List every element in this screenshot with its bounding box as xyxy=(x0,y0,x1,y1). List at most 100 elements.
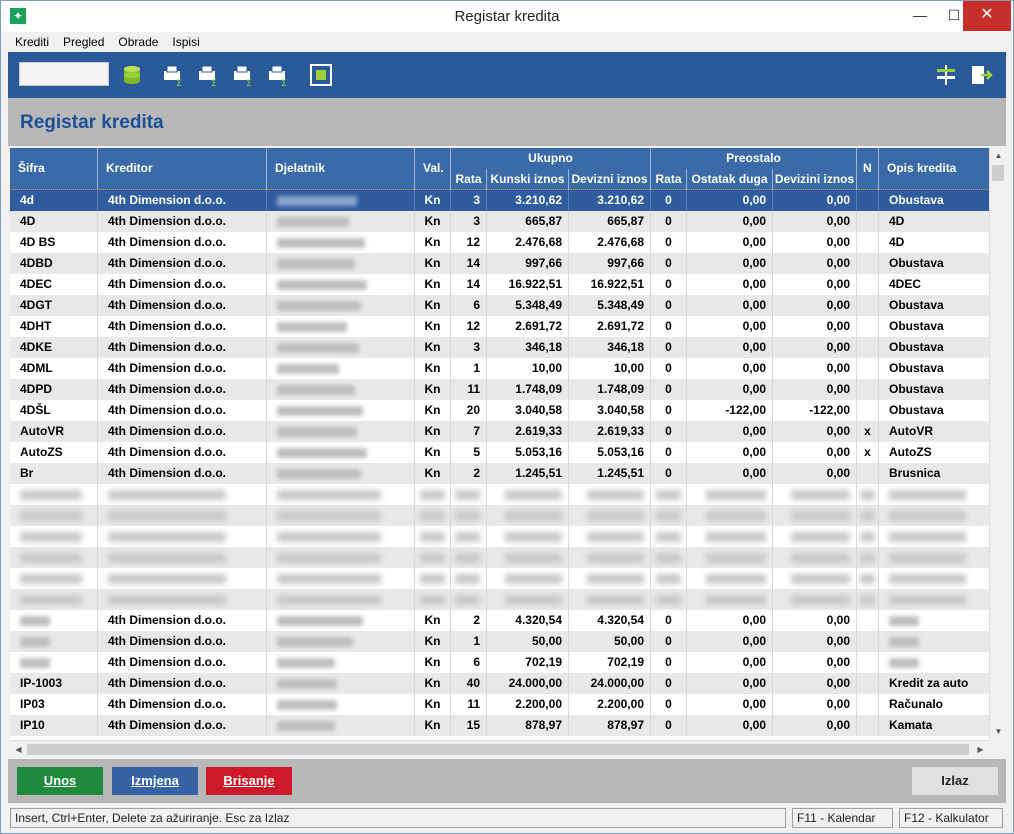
table-row[interactable]: AutoZS 4th Dimension d.o.o. Kn 5 5.053,16 5.0… xyxy=(10,442,989,463)
database-icon[interactable] xyxy=(120,63,144,87)
table-row[interactable]: IP-1003 4th Dimension d.o.o. Kn 40 24.000,00… xyxy=(10,673,989,694)
col-n[interactable]: N xyxy=(857,148,879,190)
cell-ostatak: 0,00 xyxy=(687,274,773,295)
vertical-scrollbar[interactable]: ▲ ▼ xyxy=(989,148,1006,740)
cell-kreditor xyxy=(98,547,267,568)
table-row[interactable] xyxy=(10,505,989,526)
minimize-button[interactable]: — xyxy=(903,1,937,31)
cell-sifra: 4DŠL xyxy=(10,400,98,421)
table-row[interactable]: 4DML 4th Dimension d.o.o. Kn 1 10,00 10,00 0 0,… xyxy=(10,358,989,379)
credits-table[interactable]: Šifra Kreditor Djelatnik Val. Ukupno Rat… xyxy=(10,148,989,740)
table-row[interactable] xyxy=(10,589,989,610)
cell-kreditor xyxy=(98,505,267,526)
table-row[interactable] xyxy=(10,526,989,547)
col-kunski-iznos[interactable]: Kunski iznos xyxy=(487,169,569,190)
cell-n xyxy=(857,610,879,631)
cell-opis xyxy=(879,568,989,589)
table-row[interactable]: 4th Dimension d.o.o. Kn 2 4.320,54 4.320,54 0… xyxy=(10,610,989,631)
scroll-up-icon[interactable]: ▲ xyxy=(990,148,1007,164)
menu-krediti[interactable]: Krediti xyxy=(1,32,56,52)
table-row[interactable]: 4DEC 4th Dimension d.o.o. Kn 14 16.922,51 16.… xyxy=(10,274,989,295)
cell-djelatnik xyxy=(267,568,415,589)
cell-val: Kn xyxy=(415,463,451,484)
menu-pregled[interactable]: Pregled xyxy=(56,32,111,52)
cell-djelatnik xyxy=(267,547,415,568)
col-val[interactable]: Val. xyxy=(415,148,451,190)
col-sifra[interactable]: Šifra xyxy=(10,148,98,190)
scroll-thumb[interactable] xyxy=(992,165,1004,181)
table-row[interactable]: 4DKE 4th Dimension d.o.o. Kn 3 346,18 346,18 0… xyxy=(10,337,989,358)
menu-obrade[interactable]: Obrade xyxy=(111,32,165,52)
unos-button[interactable]: Unos xyxy=(17,767,103,795)
table-row[interactable] xyxy=(10,547,989,568)
table-row[interactable]: 4DPD 4th Dimension d.o.o. Kn 11 1.748,09 1.74… xyxy=(10,379,989,400)
exit-icon[interactable] xyxy=(969,63,993,87)
table-row[interactable]: AutoVR 4th Dimension d.o.o. Kn 7 2.619,33 2.6… xyxy=(10,421,989,442)
print-sum-icon[interactable]: Σ xyxy=(266,63,290,87)
scroll-right-icon[interactable]: ▶ xyxy=(972,741,989,758)
cell-rata: 3 xyxy=(451,211,487,232)
print-sum-icon[interactable]: Σ xyxy=(231,63,255,87)
table-row[interactable]: IP10 4th Dimension d.o.o. Kn 15 878,97 878,97… xyxy=(10,715,989,736)
table-row[interactable]: 4D BS 4th Dimension d.o.o. Kn 12 2.476,68 2.4… xyxy=(10,232,989,253)
cell-ostatak xyxy=(687,568,773,589)
scroll-thumb-horizontal[interactable] xyxy=(27,744,969,755)
col-opis-kredita[interactable]: Opis kredita xyxy=(879,148,989,190)
brisanje-button[interactable]: Brisanje xyxy=(206,767,292,795)
col-rata[interactable]: Rata xyxy=(451,169,487,190)
col-devizini-iznos[interactable]: Devizini iznos xyxy=(773,169,857,190)
close-button[interactable]: ✕ xyxy=(963,1,1011,31)
izlaz-button[interactable]: Izlaz xyxy=(912,767,998,795)
table-row[interactable]: 4th Dimension d.o.o. Kn 6 702,19 702,19 0 0,00… xyxy=(10,652,989,673)
table-row[interactable]: 4DHT 4th Dimension d.o.o. Kn 12 2.691,72 2.69… xyxy=(10,316,989,337)
cell-opis xyxy=(879,631,989,652)
horizontal-scrollbar[interactable]: ◀ ▶ xyxy=(10,740,989,757)
cell-n xyxy=(857,316,879,337)
calculator-icon[interactable] xyxy=(309,63,333,87)
table-row[interactable]: 4DGT 4th Dimension d.o.o. Kn 6 5.348,49 5.348… xyxy=(10,295,989,316)
menu-ispisi[interactable]: Ispisi xyxy=(165,32,206,52)
table-row[interactable]: 4th Dimension d.o.o. Kn 1 50,00 50,00 0 0,00 0,… xyxy=(10,631,989,652)
settings-sliders-icon[interactable] xyxy=(934,63,958,87)
cell-ostatak: 0,00 xyxy=(687,316,773,337)
cell-rata: 1 xyxy=(451,358,487,379)
svg-text:Σ: Σ xyxy=(281,79,287,87)
table-row[interactable]: 4DBD 4th Dimension d.o.o. Kn 14 997,66 997,66… xyxy=(10,253,989,274)
cell-kunski: 3.210,62 xyxy=(487,190,569,211)
cell-devizini: 0,00 xyxy=(773,421,857,442)
col-ostatak-duga[interactable]: Ostatak duga xyxy=(687,169,773,190)
cell-devizini: 0,00 xyxy=(773,379,857,400)
print-sum-icon[interactable]: Σ xyxy=(161,63,185,87)
col-preostalo-rata[interactable]: Rata xyxy=(651,169,687,190)
cell-devizini: 0,00 xyxy=(773,715,857,736)
status-f11-calendar[interactable]: F11 - Kalendar xyxy=(792,808,893,828)
table-row[interactable]: Br 4th Dimension d.o.o. Kn 2 1.245,51 1.245,5… xyxy=(10,463,989,484)
col-djelatnik[interactable]: Djelatnik xyxy=(267,148,415,190)
toolbar-search-input[interactable] xyxy=(19,62,109,86)
title-bar: ✦ Registar kredita — ☐ ✕ xyxy=(1,1,1013,32)
cell-devizni: 16.922,51 xyxy=(569,274,651,295)
cell-devizni: 346,18 xyxy=(569,337,651,358)
cell-sifra: 4DPD xyxy=(10,379,98,400)
table-row[interactable] xyxy=(10,484,989,505)
izmjena-button[interactable]: Izmjena xyxy=(112,767,198,795)
cell-n xyxy=(857,589,879,610)
table-row[interactable]: 4d 4th Dimension d.o.o. Kn 3 3.210,62 3.210,6… xyxy=(10,189,989,212)
table-row[interactable]: IP03 4th Dimension d.o.o. Kn 11 2.200,00 2.20… xyxy=(10,694,989,715)
table-row[interactable] xyxy=(10,568,989,589)
cell-ostatak: 0,00 xyxy=(687,253,773,274)
scroll-down-icon[interactable]: ▼ xyxy=(990,724,1007,740)
cell-devizini xyxy=(773,505,857,526)
col-devizni-iznos[interactable]: Devizni iznos xyxy=(569,169,651,190)
cell-sifra xyxy=(10,631,98,652)
print-sum-icon[interactable]: Σ xyxy=(196,63,220,87)
status-f12-calculator[interactable]: F12 - Kalkulator xyxy=(899,808,1003,828)
table-row[interactable]: 4DŠL 4th Dimension d.o.o. Kn 20 3.040,58 3.04… xyxy=(10,400,989,421)
cell-ostatak: 0,00 xyxy=(687,442,773,463)
scroll-left-icon[interactable]: ◀ xyxy=(10,741,27,758)
cell-kunski: 2.200,00 xyxy=(487,694,569,715)
cell-kunski: 346,18 xyxy=(487,337,569,358)
cell-sifra: Br xyxy=(10,463,98,484)
col-kreditor[interactable]: Kreditor xyxy=(98,148,267,190)
table-row[interactable]: 4D 4th Dimension d.o.o. Kn 3 665,87 665,87 0 0,… xyxy=(10,211,989,232)
